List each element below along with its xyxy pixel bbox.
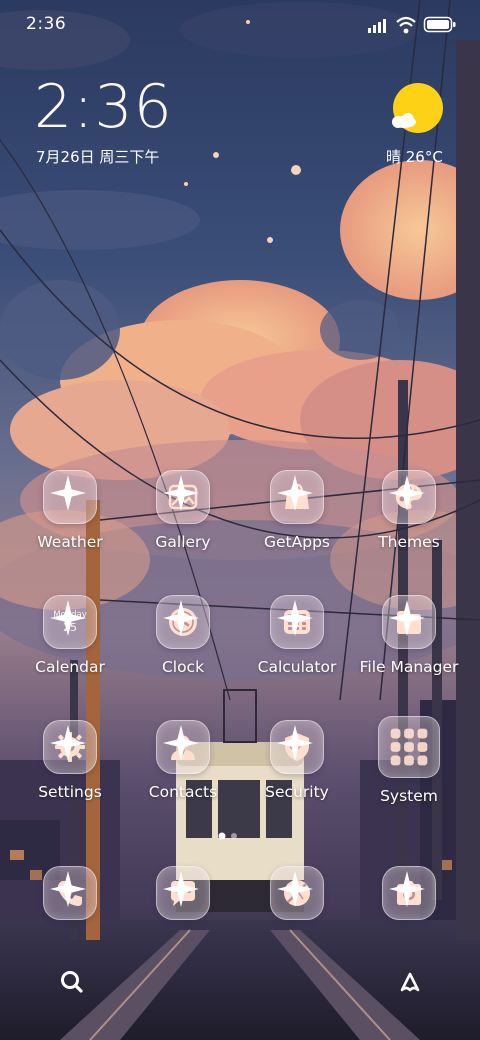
palette-icon[interactable] xyxy=(382,470,436,524)
browser-icon[interactable] xyxy=(270,866,324,920)
app-gallery[interactable]: Gallery xyxy=(128,470,238,551)
weather-icon[interactable]: 0° xyxy=(43,470,97,524)
camera-icon[interactable] xyxy=(382,866,436,920)
app-getapps[interactable]: GetApps xyxy=(242,470,352,551)
app-security[interactable]: Security xyxy=(242,720,352,801)
app-label: System xyxy=(380,787,438,805)
app-label: Calculator xyxy=(257,658,337,676)
gear-icon[interactable] xyxy=(43,720,97,774)
clock-icon[interactable] xyxy=(156,595,210,649)
app-label: Gallery xyxy=(155,533,211,551)
app-calculator[interactable]: Calculator xyxy=(242,595,352,676)
page-dot-active xyxy=(218,832,226,840)
app-contacts[interactable]: Contacts xyxy=(128,720,238,801)
gallery-icon[interactable] xyxy=(156,470,210,524)
app-label: Contacts xyxy=(148,783,218,801)
app-label: File Manager xyxy=(359,658,459,676)
app-settings[interactable]: Settings xyxy=(15,720,125,801)
home-clock-date: 7月26日 周三下午 xyxy=(36,148,160,166)
wifi-icon xyxy=(396,16,416,34)
folder-grid-icon[interactable] xyxy=(378,716,440,778)
app-label: Weather xyxy=(37,533,103,551)
dock-camera[interactable] xyxy=(354,866,464,920)
page-dot xyxy=(231,833,237,839)
folder-system[interactable]: System xyxy=(354,716,464,805)
calculator-icon[interactable] xyxy=(270,595,324,649)
shield-icon[interactable] xyxy=(270,720,324,774)
app-label: Settings xyxy=(38,783,102,801)
dock-messages[interactable] xyxy=(128,866,238,920)
app-weather[interactable]: 0° Weather xyxy=(15,470,125,551)
sun-cloud-icon[interactable] xyxy=(384,78,448,142)
shopping-bag-icon[interactable] xyxy=(270,470,324,524)
app-label: Calendar xyxy=(35,658,105,676)
app-label: GetApps xyxy=(264,533,330,551)
battery-icon xyxy=(423,16,456,33)
dock-browser[interactable] xyxy=(242,866,352,920)
app-calendar[interactable]: Monday 25 Calendar xyxy=(15,595,125,676)
app-themes[interactable]: Themes xyxy=(354,470,464,551)
folder-icon[interactable] xyxy=(382,595,436,649)
status-bar-icons xyxy=(368,16,456,34)
app-file-manager[interactable]: File Manager xyxy=(354,595,464,676)
home-weather-text: 晴 26°C xyxy=(386,148,443,166)
assistant-icon[interactable] xyxy=(388,960,432,1004)
home-clock-time[interactable]: 2:36 xyxy=(34,72,173,142)
status-bar-time: 2:36 xyxy=(26,14,67,34)
person-icon[interactable] xyxy=(156,720,210,774)
page-indicator xyxy=(218,832,237,840)
search-icon[interactable] xyxy=(50,960,94,1004)
app-clock[interactable]: Clock xyxy=(128,595,238,676)
app-label: Clock xyxy=(161,658,205,676)
dock-phone[interactable] xyxy=(15,866,125,920)
app-label: Security xyxy=(265,783,329,801)
signal-icon xyxy=(368,19,386,33)
app-label: Themes xyxy=(378,533,440,551)
phone-icon[interactable] xyxy=(43,866,97,920)
calendar-icon[interactable]: Monday 25 xyxy=(43,595,97,649)
message-icon[interactable] xyxy=(156,866,210,920)
